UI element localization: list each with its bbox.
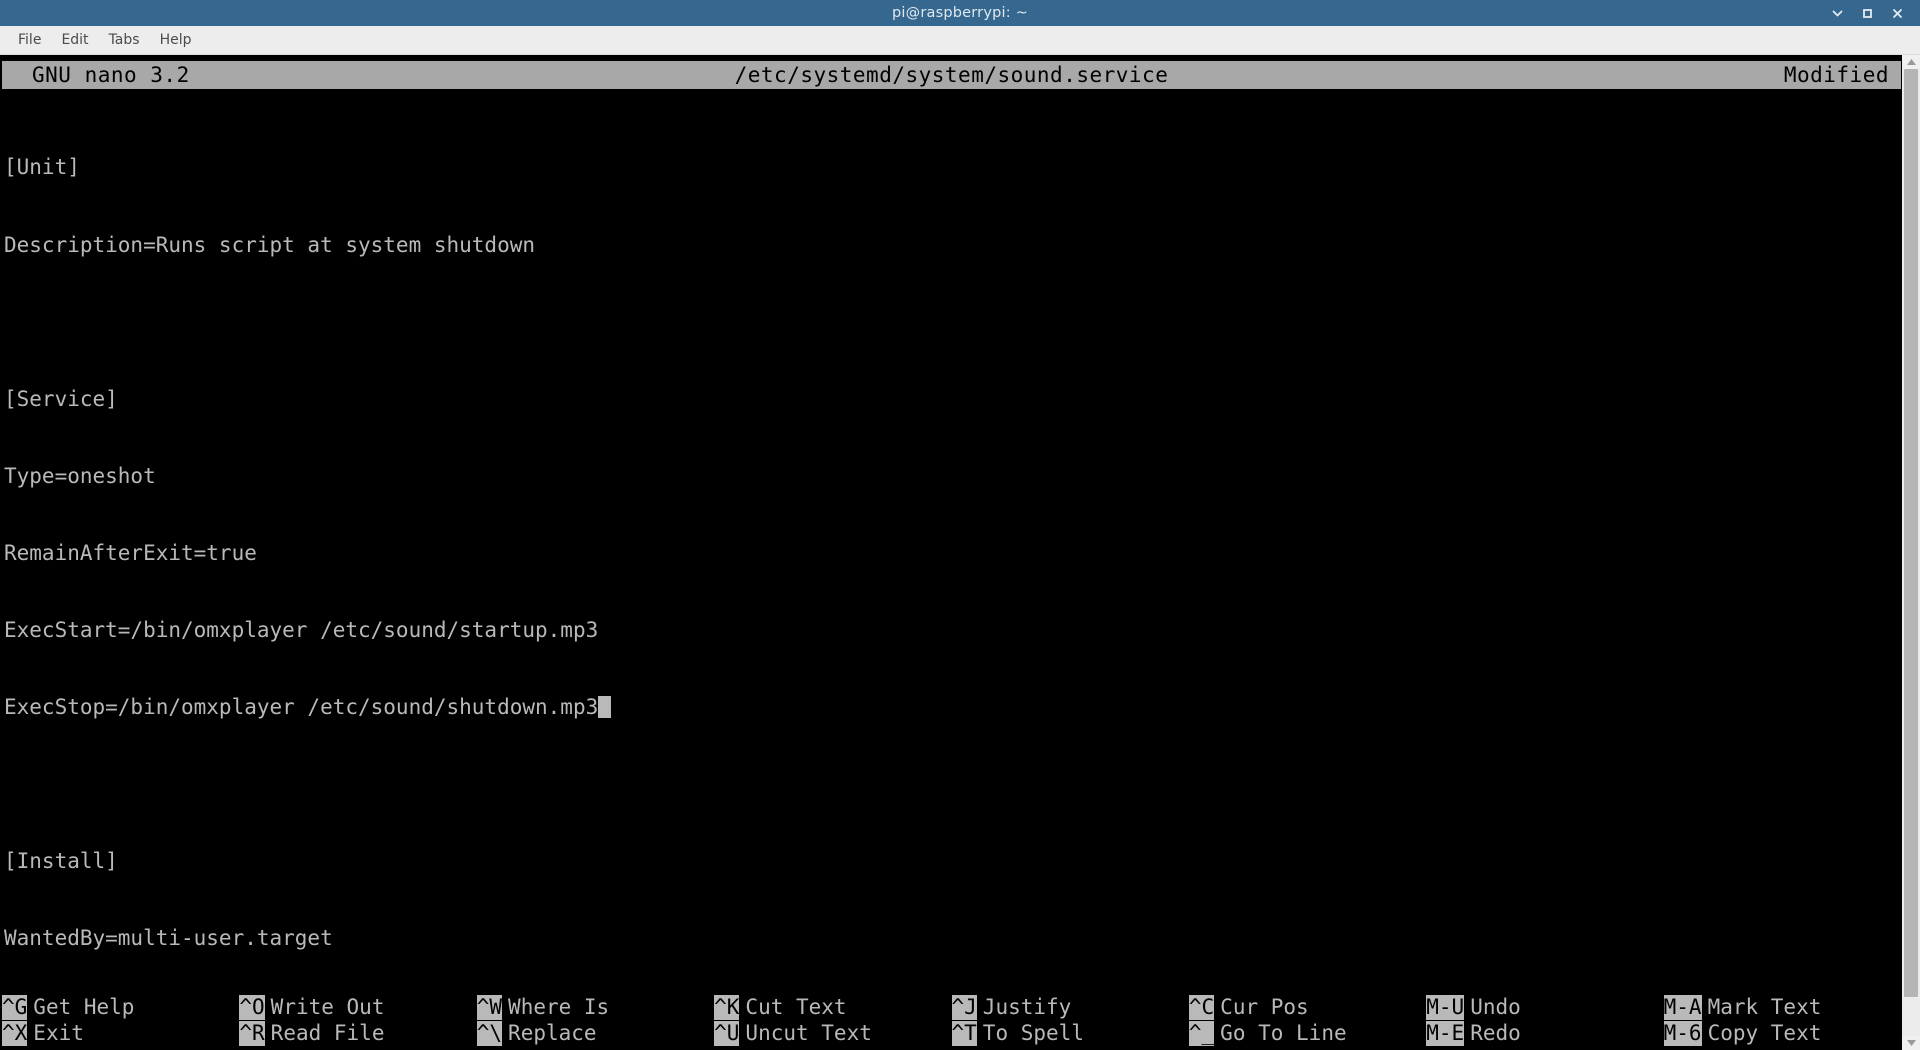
shortcut-key[interactable]: M-6 [1663, 1020, 1702, 1046]
shortcut-label[interactable]: Go To Line [1214, 1021, 1346, 1045]
shortcut-column: ^G Get Help ^X Exit [2, 994, 239, 1046]
shortcut-key[interactable]: ^X [2, 1020, 28, 1046]
shortcut-key[interactable]: ^O [239, 994, 265, 1020]
shortcut-key[interactable]: ^_ [1188, 1020, 1215, 1046]
shortcut-label[interactable]: Replace [502, 1021, 597, 1045]
shortcut-key[interactable]: ^W [476, 994, 503, 1020]
window-controls [1822, 0, 1920, 26]
shortcut-item: ^C Cur Pos [1188, 994, 1426, 1021]
menu-item-file[interactable]: File [8, 29, 51, 51]
scroll-down-arrow-icon[interactable] [1902, 1036, 1920, 1050]
menubar: File Edit Tabs Help [0, 26, 1920, 55]
shortcut-key[interactable]: ^C [1188, 994, 1215, 1020]
shortcut-column: ^J Justify ^T To Spell [951, 994, 1189, 1046]
window-titlebar[interactable]: pi@raspberrypi: ~ [0, 0, 1920, 26]
scroll-up-arrow-icon[interactable] [1902, 55, 1920, 69]
shortcut-item: M-E Redo [1426, 1020, 1663, 1046]
editor-line: [Service] [4, 386, 118, 411]
shortcut-label[interactable]: Read File [265, 1021, 385, 1045]
shortcut-label[interactable]: Cur Pos [1214, 995, 1309, 1019]
shortcut-item: ^J Justify [951, 994, 1189, 1021]
shortcut-item: ^T To Spell [951, 1020, 1189, 1046]
editor-line: Description=Runs script at system shutdo… [4, 232, 536, 257]
maximize-button[interactable] [1852, 0, 1882, 26]
shortcut-key[interactable]: M-A [1663, 994, 1702, 1020]
shortcut-label[interactable]: Mark Text [1702, 995, 1822, 1019]
nano-titlebar: GNU nano 3.2 /etc/systemd/system/sound.s… [2, 60, 1901, 90]
nano-editor[interactable]: GNU nano 3.2 /etc/systemd/system/sound.s… [0, 55, 1901, 1050]
shortcut-key[interactable]: ^K [714, 994, 740, 1020]
shortcut-item: ^R Read File [239, 1020, 476, 1046]
shortcut-key[interactable]: ^R [239, 1020, 265, 1046]
shortcut-key[interactable]: ^\ [476, 1020, 503, 1046]
shortcut-label[interactable]: Uncut Text [739, 1021, 871, 1045]
shortcut-key[interactable]: ^G [2, 994, 28, 1020]
nano-shortcut-bar: ^G Get Help ^X Exit ^O Write Out ^R Read Fil… [2, 994, 1901, 1050]
shortcut-label[interactable]: Exit [27, 1021, 84, 1045]
editor-content[interactable]: [Unit] Description=Runs script at system… [2, 90, 1901, 994]
shortcut-label[interactable]: Copy Text [1702, 1021, 1822, 1045]
shortcut-label[interactable]: To Spell [977, 1021, 1084, 1045]
shortcut-column: ^K Cut Text ^U Uncut Text [714, 994, 951, 1046]
shortcut-item: ^K Cut Text [714, 994, 951, 1021]
editor-line-with-cursor: ExecStop=/bin/omxplayer /etc/sound/shutd… [2, 695, 1901, 721]
shortcut-label[interactable]: Get Help [27, 995, 134, 1019]
shortcut-label[interactable]: Write Out [265, 995, 385, 1019]
shortcut-key[interactable]: M-U [1426, 994, 1465, 1020]
close-button[interactable] [1882, 0, 1912, 26]
shortcut-label[interactable]: Redo [1464, 1021, 1521, 1045]
editor-line: [Install] [4, 849, 118, 874]
shortcut-column: M-U Undo M-E Redo [1426, 994, 1663, 1046]
editor-line: Type=oneshot [4, 463, 156, 488]
menu-item-help[interactable]: Help [150, 29, 202, 51]
shortcut-item: M-6 Copy Text [1663, 1020, 1901, 1046]
terminal-scrollbar[interactable] [1901, 55, 1920, 1050]
shortcut-key[interactable]: M-E [1426, 1020, 1465, 1046]
editor-line: [Unit] [4, 155, 80, 180]
editor-line-text: ExecStop=/bin/omxplayer /etc/sound/shutd… [4, 695, 599, 720]
shortcut-label[interactable]: Justify [977, 995, 1072, 1019]
shortcut-item: ^\ Replace [476, 1020, 714, 1046]
shortcut-label[interactable]: Where Is [502, 995, 609, 1019]
text-cursor [598, 696, 611, 719]
shortcut-key[interactable]: ^T [951, 1020, 977, 1046]
scrollbar-track[interactable] [1902, 69, 1920, 1036]
shortcut-item: ^X Exit [2, 1020, 239, 1046]
shortcut-item: ^W Where Is [476, 994, 714, 1021]
menu-item-tabs[interactable]: Tabs [99, 29, 150, 51]
shortcut-column: ^W Where Is ^\ Replace [476, 994, 714, 1046]
shortcut-label[interactable]: Undo [1464, 995, 1521, 1019]
shortcut-item: ^_ Go To Line [1188, 1020, 1426, 1046]
shortcut-column: M-A Mark Text M-6 Copy Text [1663, 994, 1901, 1046]
nano-filename: /etc/systemd/system/sound.service [734, 63, 1169, 87]
shortcut-item: ^U Uncut Text [714, 1020, 951, 1046]
shortcut-item: ^O Write Out [239, 994, 476, 1021]
terminal-area: GNU nano 3.2 /etc/systemd/system/sound.s… [0, 55, 1920, 1050]
shortcut-item: M-A Mark Text [1663, 994, 1901, 1021]
shortcut-key[interactable]: ^U [714, 1020, 740, 1046]
editor-line: RemainAfterExit=true [4, 540, 257, 565]
shortcut-item: ^G Get Help [2, 994, 239, 1021]
window-title: pi@raspberrypi: ~ [892, 5, 1028, 21]
shortcut-item: M-U Undo [1426, 994, 1663, 1021]
shortcut-key[interactable]: ^J [951, 994, 977, 1020]
scrollbar-thumb[interactable] [1904, 69, 1918, 998]
menu-item-edit[interactable]: Edit [51, 29, 98, 51]
terminal-window: pi@raspberrypi: ~ File Edit Tabs Help GN… [0, 0, 1920, 1050]
shortcut-column: ^C Cur Pos ^_ Go To Line [1188, 994, 1426, 1046]
shortcut-column: ^O Write Out ^R Read File [239, 994, 476, 1046]
minimize-button[interactable] [1822, 0, 1852, 26]
editor-line: WantedBy=multi-user.target [4, 926, 333, 951]
shortcut-label[interactable]: Cut Text [739, 995, 846, 1019]
editor-line: ExecStart=/bin/omxplayer /etc/sound/star… [4, 617, 599, 642]
